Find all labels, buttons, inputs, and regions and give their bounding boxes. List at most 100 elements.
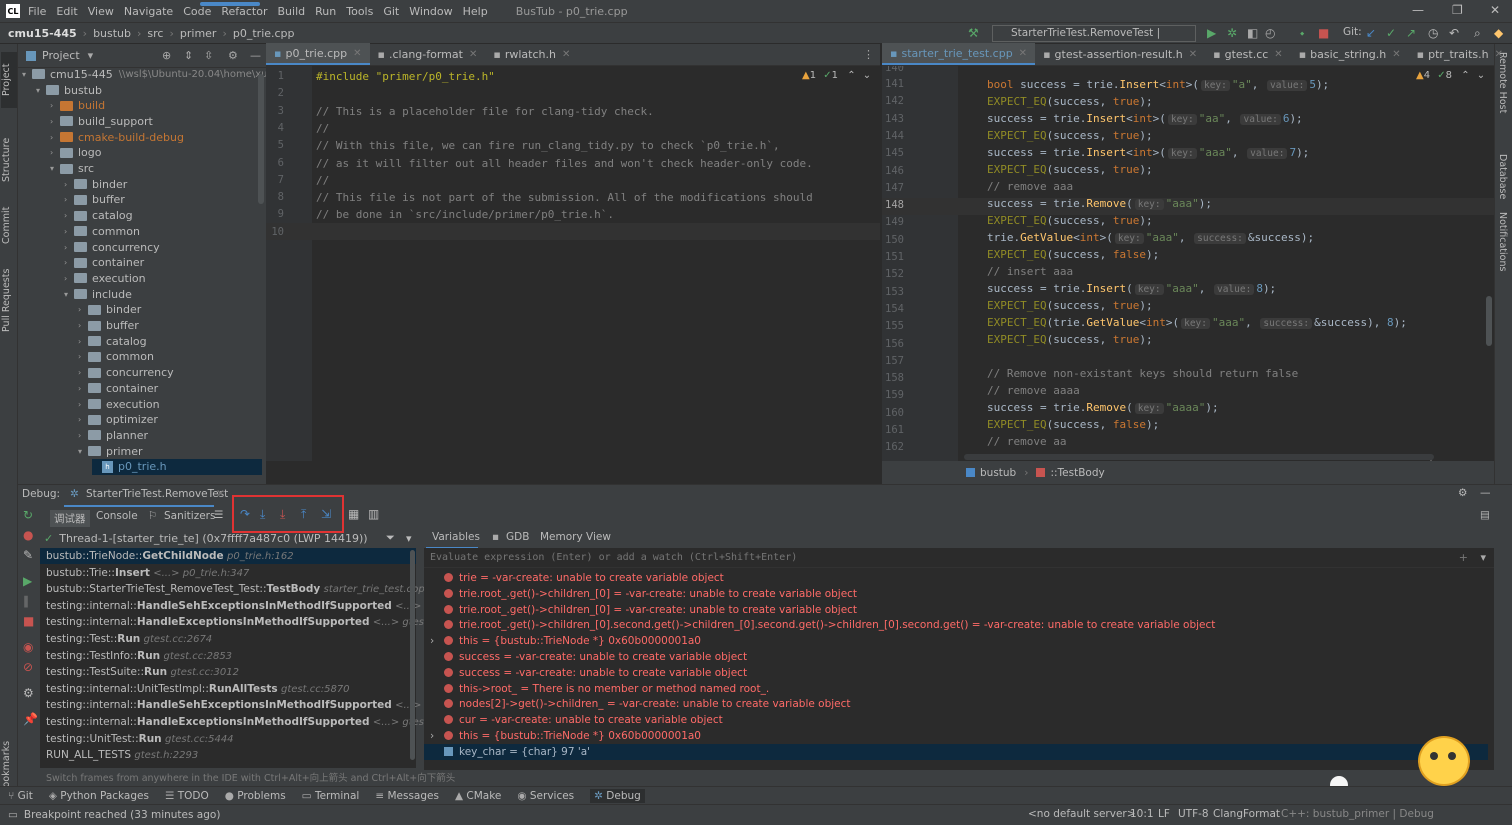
breadcrumb-method[interactable]: ::TestBody	[1050, 467, 1104, 479]
tool-tab-messages[interactable]: ≡ Messages	[375, 790, 439, 802]
frames-scrollbar[interactable]	[410, 550, 415, 760]
history-icon[interactable]: ◷	[1428, 26, 1438, 40]
layout-icon[interactable]: ▤	[1480, 509, 1490, 521]
breadcrumb-src[interactable]: src	[147, 27, 163, 40]
tab-variables[interactable]: Variables	[432, 531, 480, 543]
close-icon[interactable]: ✕	[1019, 48, 1027, 59]
chevron-up-icon[interactable]: ⌃	[847, 70, 855, 81]
subtab-debugger[interactable]: 调试器	[50, 510, 90, 527]
tree-item[interactable]: › execution	[64, 270, 146, 286]
editor-scrollbar[interactable]	[1486, 296, 1492, 346]
tab-gtest-assertion-result[interactable]: ▪ gtest-assertion-result.h ✕	[1035, 43, 1205, 65]
stack-frame[interactable]: testing::TestSuite::Run gtest.cc:3012	[46, 664, 239, 680]
menu-run[interactable]: Run	[315, 5, 336, 18]
tree-item[interactable]: ▾ bustub	[36, 82, 102, 98]
run-configuration-select[interactable]: StarterTrieTest.RemoveTest | Debug ▾	[992, 25, 1196, 54]
menu-edit[interactable]: Edit	[56, 5, 77, 18]
menu-navigate[interactable]: Navigate	[124, 5, 173, 18]
tree-item[interactable]: ▾ primer	[78, 443, 143, 459]
variable-row[interactable]: cur = -var-create: unable to create vari…	[430, 712, 723, 728]
step-out-icon[interactable]: ⤒	[301, 507, 306, 522]
tool-tab-pull-requests[interactable]: Pull Requests	[1, 260, 17, 340]
tab-memory-view[interactable]: Memory View	[540, 531, 611, 543]
tree-item[interactable]: › build	[50, 98, 105, 114]
stack-frame[interactable]: testing::internal::HandleExceptionsInMet…	[46, 714, 471, 730]
variable-row[interactable]: key_char = {char} 97 'a'	[424, 743, 1488, 760]
status-message[interactable]: Breakpoint reached (33 minutes ago)	[24, 809, 221, 821]
chevron-down-icon[interactable]: ▾	[1480, 551, 1486, 564]
menu-build[interactable]: Build	[278, 5, 306, 18]
tree-item[interactable]: › planner	[78, 427, 148, 443]
close-icon[interactable]: ✕	[1495, 49, 1503, 60]
git-update-icon[interactable]: ↙	[1366, 26, 1376, 40]
stop-icon[interactable]: ■	[23, 614, 34, 628]
menu-lines-icon[interactable]: ☰	[214, 509, 223, 521]
tool-tab-cmake[interactable]: ▲ CMake	[455, 790, 501, 802]
thread-selector[interactable]: ✓ Thread-1-[starter_trie_te] (0x7ffff7a4…	[40, 529, 416, 547]
tree-item[interactable]: › build_support	[50, 113, 153, 129]
minimize-icon[interactable]: —	[1412, 3, 1424, 17]
search-icon[interactable]: ⌕	[1474, 26, 1481, 41]
variable-row[interactable]: nodes[2]->get()->children_ = -var-create…	[430, 696, 851, 712]
tool-tab-structure[interactable]: Structure	[1, 130, 17, 190]
variable-row[interactable]: › this = {bustub::TrieNode *} 0x60b000000…	[430, 633, 701, 649]
tree-item[interactable]: › binder	[78, 302, 141, 318]
gear-icon[interactable]: ⚙	[23, 686, 34, 700]
gear-icon[interactable]: ⚙	[1458, 487, 1467, 499]
memory-icon[interactable]: ▥	[368, 507, 379, 521]
tab-starter-trie-test[interactable]: ▪ starter_trie_test.cpp ✕	[882, 43, 1036, 65]
menu-refactor[interactable]: Refactor	[221, 5, 267, 18]
tab-basic-string[interactable]: ▪ basic_string.h ✕	[1291, 43, 1409, 65]
close-icon[interactable]: ✕	[562, 49, 570, 60]
tree-item[interactable]: › execution	[78, 396, 160, 412]
tab-gdb[interactable]: GDB	[506, 531, 529, 543]
tree-item[interactable]: › container	[78, 380, 158, 396]
breadcrumb-project[interactable]: cmu15-445	[8, 27, 77, 40]
status-line-separator[interactable]: LF	[1158, 808, 1170, 820]
more-tabs-icon[interactable]: ⋮	[863, 48, 874, 61]
wrench-icon[interactable]: ✎	[23, 548, 33, 562]
left-code-editor[interactable]: ▲1 ✓1 ⌃ ⌄ 1 #include "primer/p0_trie.h" 2 3…	[266, 66, 880, 461]
stack-frame[interactable]: testing::internal::HandleExceptionsInMet…	[46, 614, 471, 630]
status-formatter[interactable]: ClangFormat	[1213, 808, 1280, 820]
debug-session-tab[interactable]: StarterTrieTest.RemoveTest	[86, 488, 228, 500]
stack-frame[interactable]: testing::internal::UnitTestImpl::RunAllT…	[46, 681, 350, 697]
pause-icon[interactable]: ∥	[23, 594, 29, 608]
tree-root[interactable]: ▾ cmu15-445 \\wsl$\Ubuntu-20.04\home\xua…	[22, 66, 286, 82]
chevron-up-icon[interactable]: ⌃	[1461, 70, 1469, 81]
breadcrumb-namespace[interactable]: bustub	[980, 467, 1016, 479]
tree-item[interactable]: › common	[64, 223, 140, 239]
coverage-icon[interactable]: ◧	[1247, 26, 1258, 40]
git-push-icon[interactable]: ↗	[1406, 26, 1416, 40]
evaluate-table-icon[interactable]: ▦	[348, 507, 359, 521]
tree-item[interactable]: › container	[64, 255, 144, 271]
tree-item[interactable]: ▾ include	[64, 286, 132, 302]
stack-frame[interactable]: RUN_ALL_TESTS gtest.h:2293	[46, 747, 198, 763]
tree-item[interactable]: › catalog	[78, 333, 147, 349]
stack-frame[interactable]: testing::UnitTest::Run gtest.cc:5444	[46, 731, 234, 747]
status-encoding[interactable]: UTF-8	[1178, 808, 1209, 820]
project-scrollbar[interactable]	[258, 74, 264, 204]
menu-window[interactable]: Window	[409, 5, 452, 18]
resume-icon[interactable]: ▶	[23, 574, 32, 588]
expand-all-icon[interactable]: ⇕	[184, 49, 193, 62]
tool-tab-terminal[interactable]: ▭ Terminal	[302, 790, 360, 802]
variable-row[interactable]: trie = -var-create: unable to create var…	[430, 570, 724, 586]
chevron-down-icon[interactable]: ▾	[406, 532, 412, 545]
inspection-widget[interactable]: ▲1 ✓1 ⌃ ⌄	[802, 70, 871, 81]
evaluate-field[interactable]: + ▾	[424, 548, 1494, 568]
subtab-sanitizers[interactable]: Sanitizers	[164, 510, 215, 522]
tree-item[interactable]: ▾ src	[50, 161, 94, 177]
filter-icon[interactable]: ⏷	[386, 531, 395, 545]
close-icon[interactable]: ✕	[469, 49, 477, 60]
tab-p0-trie-cpp[interactable]: ▪ p0_trie.cpp ✕	[266, 43, 370, 65]
breadcrumb-bustub[interactable]: bustub	[93, 27, 131, 40]
breakpoint-settings-icon[interactable]: ●	[23, 528, 33, 542]
chevron-right-icon[interactable]: ›	[430, 633, 444, 649]
variable-row[interactable]: trie.root_.get()->children_[0] = -var-cr…	[430, 586, 857, 602]
horizontal-scrollbar[interactable]	[964, 454, 1434, 460]
tree-item[interactable]: h p0_trie.h	[92, 458, 262, 475]
evaluate-input[interactable]	[430, 552, 1330, 563]
build-hammer-icon[interactable]: ⚒	[968, 26, 979, 40]
attach-icon[interactable]: ⬩	[1300, 26, 1304, 41]
